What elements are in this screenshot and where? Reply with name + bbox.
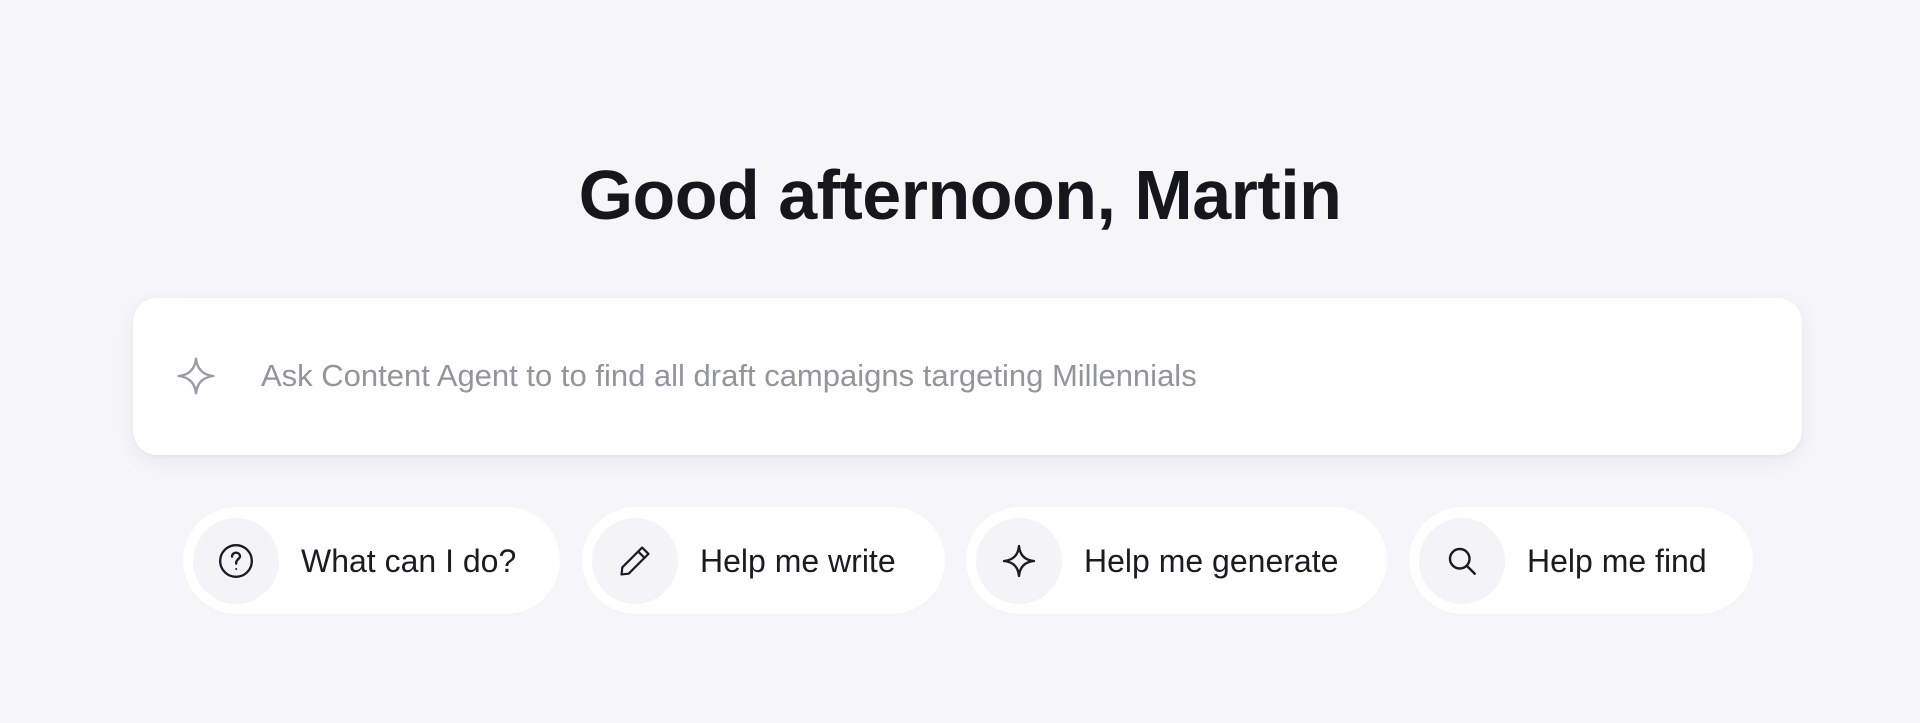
chip-label: Help me find	[1527, 542, 1707, 579]
prompt-box[interactable]	[133, 298, 1802, 455]
chip-label: Help me write	[700, 542, 896, 579]
chip-label: What can I do?	[301, 542, 517, 579]
sparkle-icon	[976, 517, 1062, 604]
what-can-i-do-button[interactable]: What can I do?	[183, 507, 560, 614]
chip-label: Help me generate	[1084, 542, 1339, 579]
help-me-write-button[interactable]: Help me write	[582, 507, 945, 614]
help-me-generate-button[interactable]: Help me generate	[966, 507, 1387, 614]
suggestion-chips: What can I do? Help me write Help me gen…	[0, 507, 1920, 614]
help-me-find-button[interactable]: Help me find	[1409, 507, 1753, 614]
prompt-input[interactable]	[261, 348, 1741, 404]
search-icon	[1419, 517, 1505, 604]
question-circle-icon	[193, 517, 279, 604]
sparkle-icon	[172, 352, 220, 400]
page-greeting: Good afternoon, Martin	[578, 156, 1342, 234]
pencil-icon	[592, 517, 678, 604]
